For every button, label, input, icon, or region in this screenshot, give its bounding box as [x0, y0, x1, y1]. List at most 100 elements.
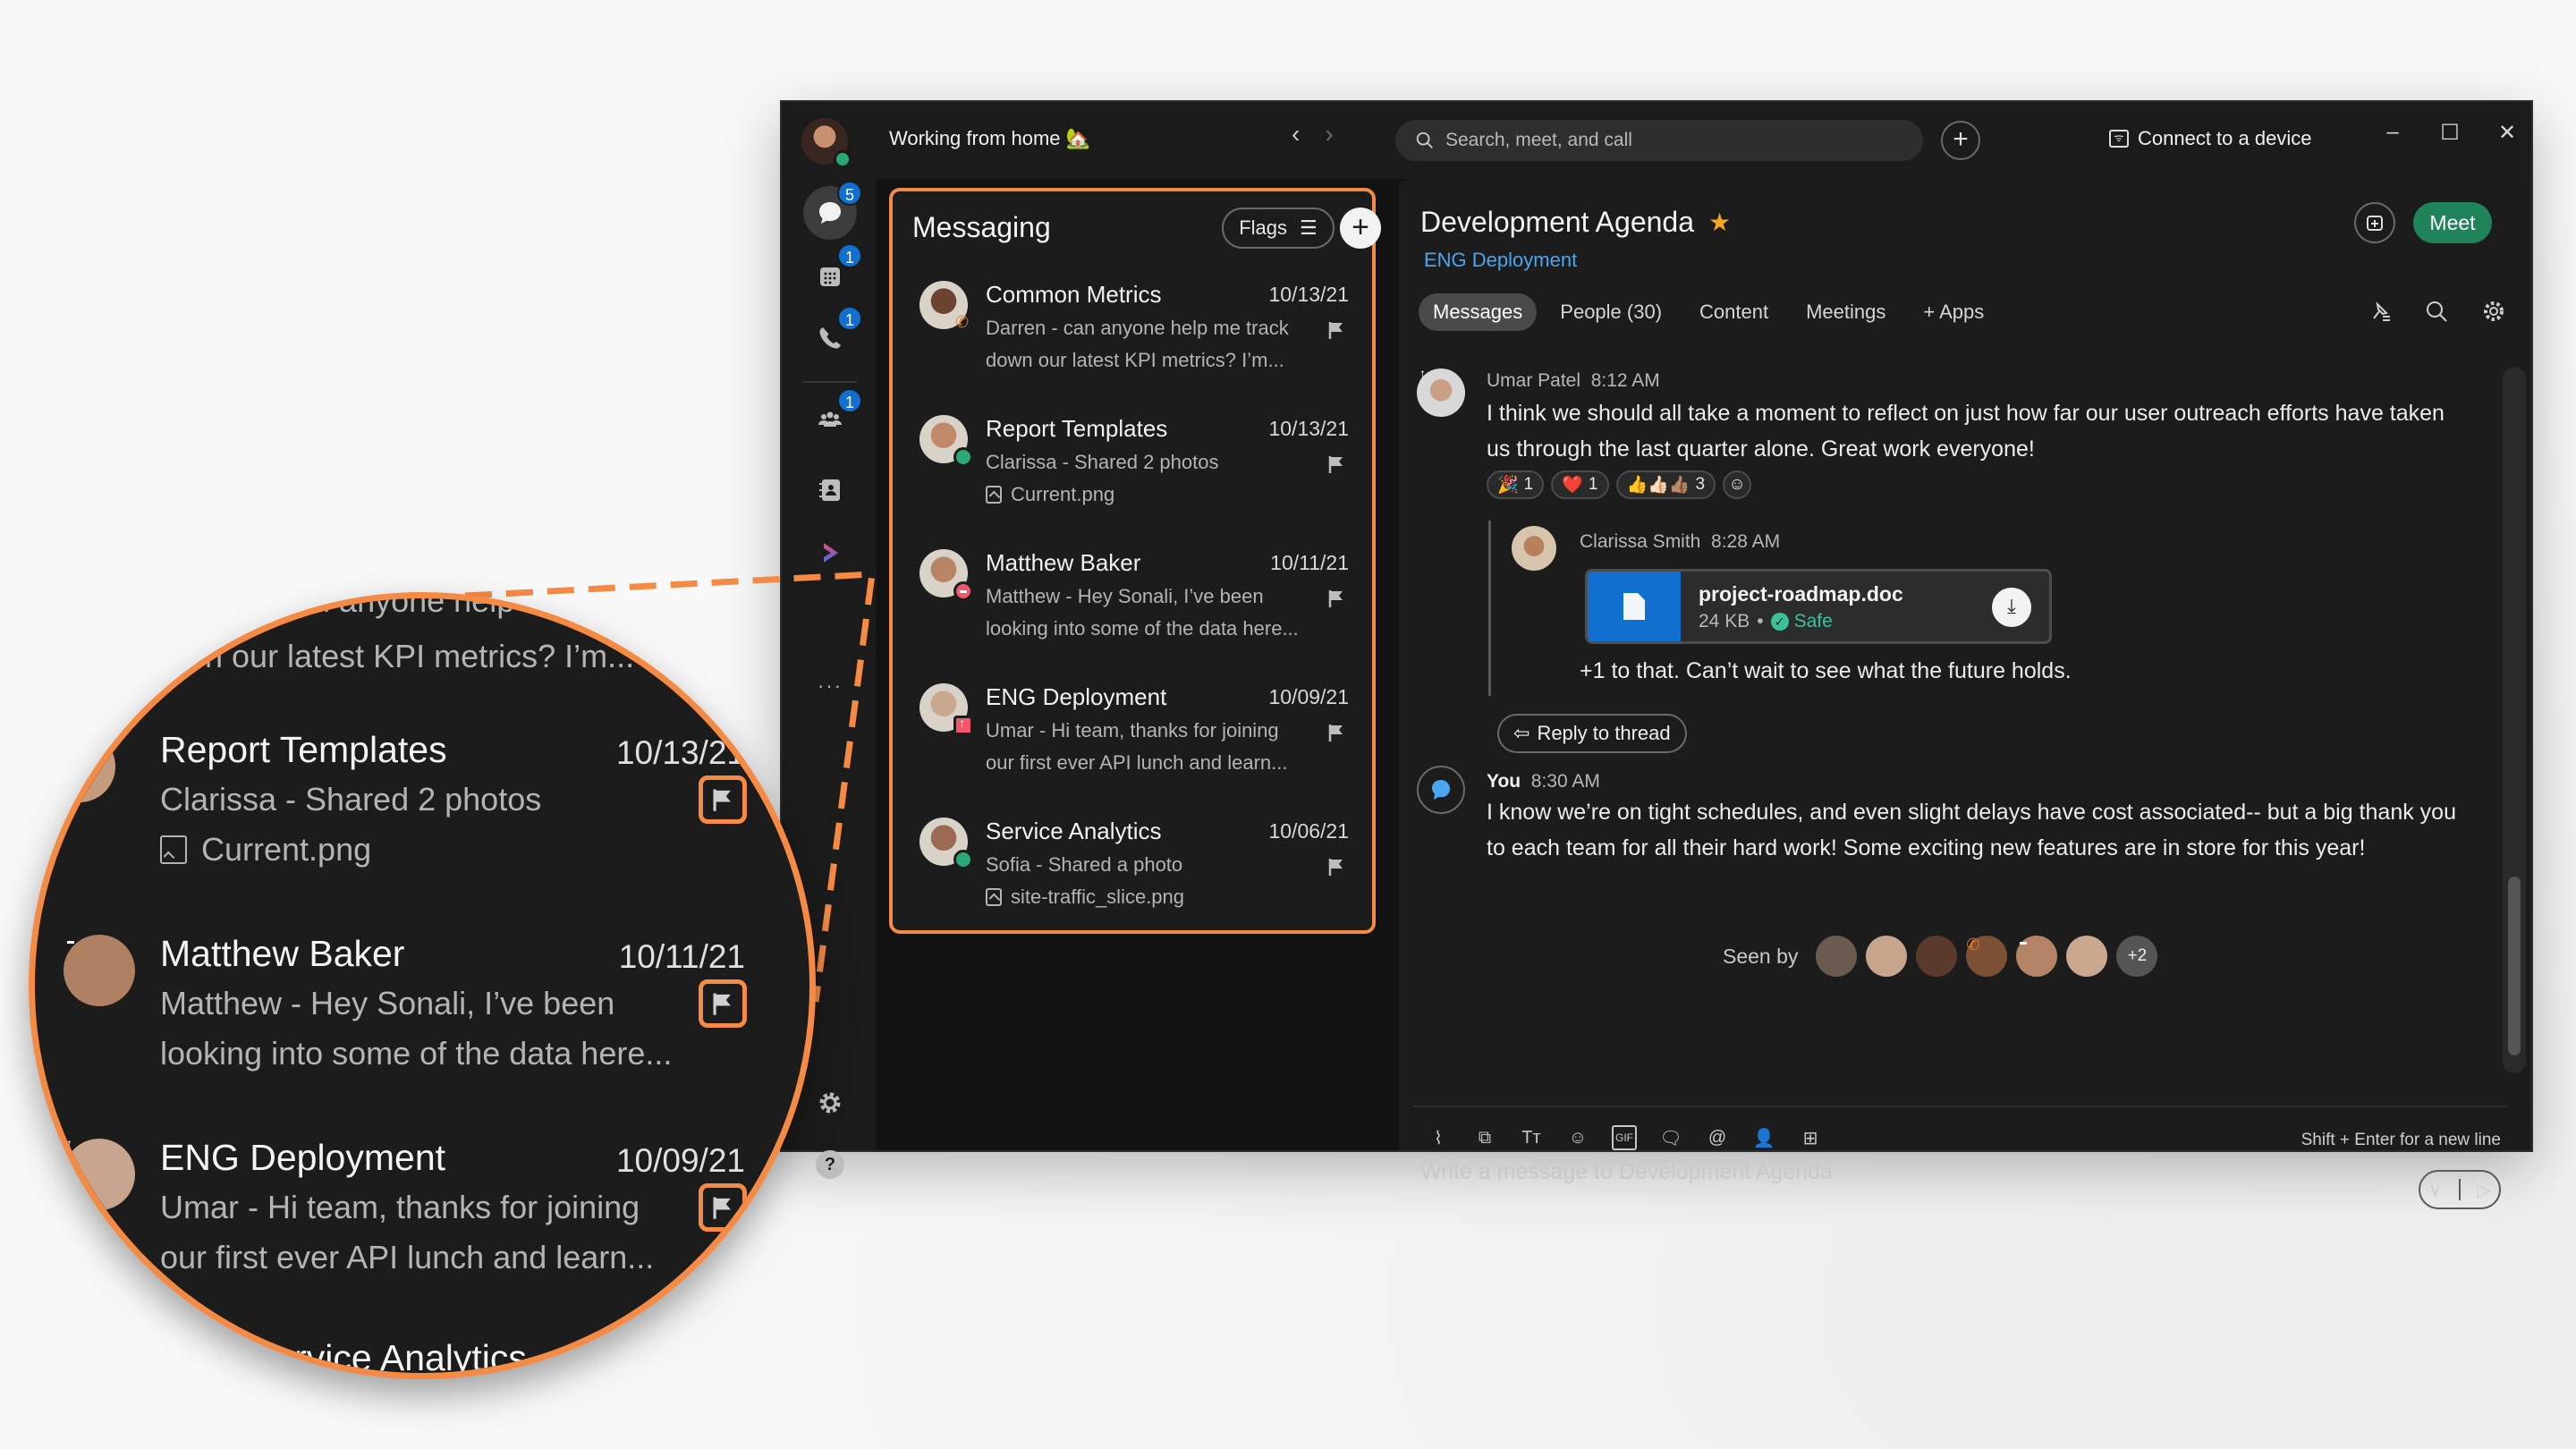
send-options-chevron-icon[interactable]: ∨	[2428, 1179, 2442, 1201]
message-meta: You 8:30 AM	[1487, 771, 1600, 792]
pin-list-icon[interactable]	[2367, 299, 2392, 324]
meet-button[interactable]: Meet	[2413, 202, 2492, 243]
seen-avatar[interactable]	[1866, 936, 1908, 977]
conversation-preview: Clarissa - Shared 2 photos	[986, 451, 1219, 473]
conversation-item[interactable]: Report Templates 10/13/21 Clarissa - Share…	[893, 404, 1376, 538]
conversation-preview: Darren - can anyone help me track	[986, 317, 1289, 339]
rail-calendar[interactable]: 1	[803, 243, 862, 302]
attach-icon[interactable]: ⌇	[1426, 1125, 1451, 1150]
presence-available-icon	[834, 150, 852, 168]
forward-arrow-icon[interactable]: ›	[1325, 120, 1333, 148]
avatar-clarissa-smith[interactable]	[1512, 526, 1556, 571]
send-icon[interactable]: ▷	[2477, 1179, 2490, 1201]
flag-button-highlighted[interactable]	[699, 775, 747, 824]
reaction-heart[interactable]: ❤️ 1	[1551, 470, 1609, 499]
presence-available-icon	[953, 850, 973, 869]
on-call-icon: ✆	[1966, 936, 1980, 953]
more-apps-icon[interactable]: ···	[803, 674, 857, 698]
search-icon[interactable]	[2424, 299, 2449, 324]
search-input[interactable]	[1445, 130, 1875, 151]
conversation-item[interactable]: ✆ Common Metrics 10/13/21 Darren - can anyo…	[893, 270, 1376, 404]
team-link[interactable]: ENG Deployment	[1424, 249, 1577, 272]
flag-icon[interactable]	[1327, 723, 1345, 742]
gear-icon[interactable]	[2481, 299, 2506, 324]
rail-teams[interactable]: 1	[803, 388, 862, 447]
tab-messages[interactable]: Messages	[1419, 293, 1538, 331]
message-scrollbar[interactable]	[2503, 367, 2526, 1073]
composer-hint: Shift + Enter for a new line	[2301, 1131, 2501, 1149]
reaction-thumbs-up[interactable]: 👍👍🏻👍🏽 3	[1615, 470, 1716, 499]
message-meta: Umar Patel 8:12 AM	[1487, 370, 1660, 392]
flags-filter-label: Flags	[1239, 216, 1288, 239]
out-of-office-icon	[953, 716, 973, 735]
seen-by-label: Seen by	[1723, 944, 1799, 968]
image-icon	[986, 888, 1002, 906]
rail-messaging[interactable]: 5	[803, 181, 862, 240]
conversation-item[interactable]: Service Analytics 10/06/21 Sofia - Shared …	[893, 807, 1376, 941]
flag-icon[interactable]	[1327, 857, 1345, 877]
flag-button-highlighted[interactable]	[699, 979, 747, 1028]
flag-icon[interactable]	[1327, 320, 1345, 340]
conversation-date: 10/13/21	[1268, 283, 1349, 306]
conversation-date: 10/11/21	[618, 938, 745, 975]
avatar	[919, 415, 973, 467]
conversation-item[interactable]: ENG Deployment 10/09/21 Umar - Hi team, th…	[893, 673, 1376, 807]
scroll-thumb[interactable]	[2508, 877, 2521, 1055]
add-reaction-icon[interactable]: ☺	[1723, 470, 1752, 499]
rail-calling[interactable]: 1	[803, 306, 862, 365]
message-input[interactable]	[1420, 1159, 2315, 1185]
tab-content[interactable]: Content	[1685, 293, 1783, 331]
screenshot-icon[interactable]: ⧉	[1472, 1125, 1497, 1150]
send-button[interactable]: ∨ ▷	[2419, 1170, 2501, 1209]
maximize-button[interactable]: ☐	[2438, 120, 2462, 146]
flag-icon[interactable]	[1327, 589, 1345, 608]
connect-device-button[interactable]: ᯤ Connect to a device	[2109, 127, 2311, 150]
calendar-add-icon	[2367, 216, 2383, 231]
reaction-party[interactable]: 🎉 1	[1487, 470, 1545, 499]
seen-more-count[interactable]: +2	[2116, 936, 2158, 977]
rail-webex-app[interactable]	[803, 526, 857, 580]
settings-icon[interactable]	[803, 1088, 857, 1123]
conversation-item[interactable]: Matthew Baker 10/11/21 Matthew - Hey Sonal…	[893, 538, 1376, 673]
check-circle-icon: ✓	[1770, 613, 1789, 631]
gif-icon[interactable]: GIF	[1612, 1125, 1637, 1150]
tab-people[interactable]: People (30)	[1546, 293, 1676, 331]
download-button[interactable]: ⤓	[1992, 588, 2031, 627]
file-attachment[interactable]: project-roadmap.doc 24 KB • ✓ Safe ⤓	[1585, 569, 2052, 644]
new-button[interactable]: +	[1941, 121, 1980, 160]
calling-badge: 1	[837, 306, 862, 331]
schedule-meeting-button[interactable]	[2354, 202, 2395, 243]
close-button[interactable]: ✕	[2496, 120, 2519, 146]
zoom-fragment: Service Analytics	[250, 1337, 527, 1378]
contact-card-icon[interactable]: 👤	[1751, 1125, 1776, 1150]
flags-filter-button[interactable]: Flags ☰	[1222, 208, 1335, 249]
avatar-umar-patel[interactable]	[1417, 369, 1465, 417]
tab-apps[interactable]: + Apps	[1909, 293, 1998, 331]
sticker-icon[interactable]: 🗨	[1658, 1125, 1683, 1150]
help-icon[interactable]: ?	[803, 1150, 857, 1179]
add-video-icon[interactable]: ⊞	[1798, 1125, 1823, 1150]
new-conversation-button[interactable]: +	[1340, 208, 1381, 249]
seen-avatar[interactable]	[1916, 936, 1958, 977]
favorite-star-icon[interactable]: ★	[1708, 208, 1731, 237]
back-arrow-icon[interactable]: ‹	[1292, 120, 1300, 148]
seen-avatar[interactable]	[2016, 936, 2058, 977]
my-avatar[interactable]	[801, 118, 852, 168]
minimize-button[interactable]: –	[2381, 120, 2404, 146]
seen-avatar[interactable]: ✆	[1966, 936, 2008, 977]
message-body: I think we should all take a moment to r…	[1487, 401, 2445, 462]
search-bar[interactable]	[1395, 120, 1923, 161]
rail-contacts[interactable]	[803, 463, 857, 517]
emoji-icon[interactable]: ☺	[1565, 1125, 1590, 1150]
flag-icon[interactable]	[1327, 454, 1345, 474]
webex-app-window: Working from home 🏡 ‹ › + ᯤ Connect to a…	[780, 100, 2533, 1209]
status-message[interactable]: Working from home 🏡	[889, 127, 1090, 150]
reply-to-thread-button[interactable]: ⇦ Reply to thread	[1497, 714, 1687, 753]
tab-meetings[interactable]: Meetings	[1792, 293, 1900, 331]
mention-icon[interactable]: @	[1705, 1125, 1730, 1150]
seen-avatar[interactable]	[2066, 936, 2108, 977]
seen-avatar[interactable]	[1816, 936, 1858, 977]
avatar-you[interactable]	[1417, 766, 1465, 814]
flag-button-highlighted[interactable]	[699, 1183, 747, 1232]
format-text-icon[interactable]: Tт	[1519, 1125, 1544, 1150]
